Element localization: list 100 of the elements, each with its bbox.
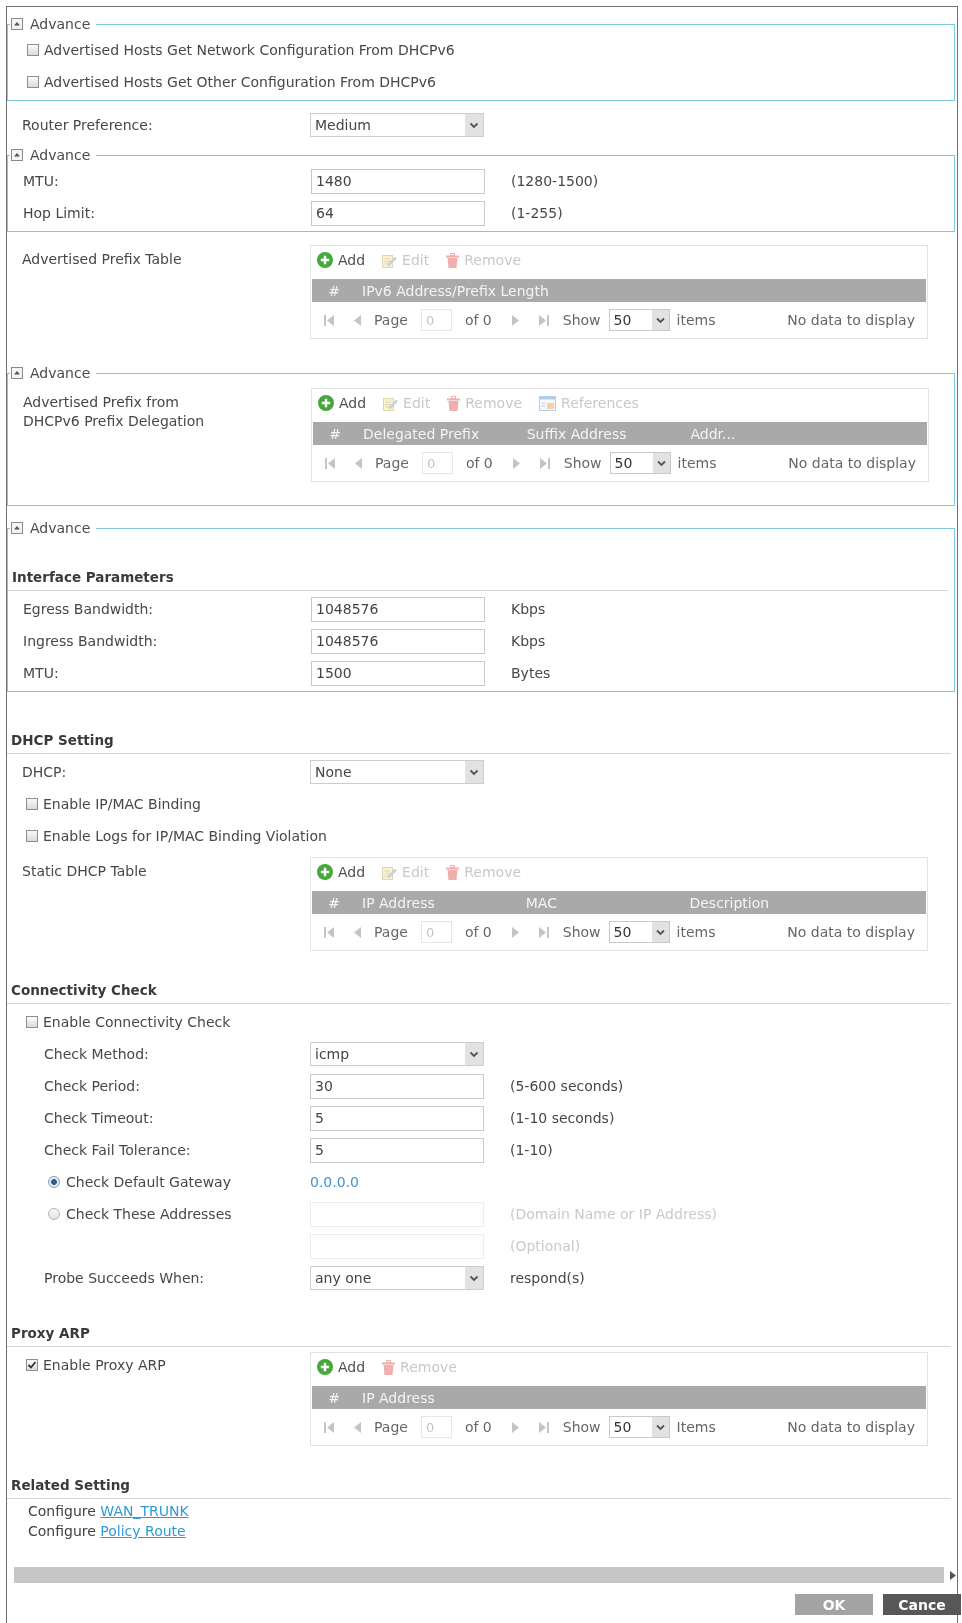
toolbar-button[interactable]: Add	[317, 864, 366, 880]
checkbox[interactable]	[26, 1016, 38, 1028]
hint-text: Kbps	[511, 601, 546, 617]
triangle-right-icon[interactable]	[950, 1570, 956, 1580]
chevron-down-icon[interactable]	[652, 453, 670, 473]
toolbar-button[interactable]: Add	[318, 395, 367, 411]
input-field[interactable]: 1048576	[311, 596, 485, 622]
caret-up-icon[interactable]	[11, 149, 23, 161]
chevron-down-icon[interactable]	[465, 114, 483, 136]
page-count: of 0	[464, 312, 492, 328]
value-text: 0.0.0.0	[310, 1174, 359, 1190]
radio-button[interactable]	[48, 1208, 60, 1220]
toolbar-button[interactable]: Add	[317, 252, 366, 268]
checkbox-label: Enable Proxy ARP	[43, 1357, 166, 1373]
checkbox[interactable]	[27, 76, 39, 88]
empty-message: No data to display	[787, 1419, 915, 1435]
note-pencil-icon	[383, 395, 399, 411]
related-link-line: Configure WAN_TRUNK	[28, 1503, 189, 1519]
checkbox[interactable]	[27, 44, 39, 56]
chevron-down-icon[interactable]	[651, 922, 669, 942]
checkbox-label: Advertised Hosts Get Other Configuration From DHCPv6	[44, 74, 436, 90]
field-label: Egress Bandwidth:	[23, 601, 154, 617]
checkbox-label: Enable IP/MAC Binding	[43, 796, 201, 812]
hint-text: (1280-1500)	[511, 173, 599, 189]
input-field[interactable]: 64	[311, 200, 485, 226]
input-field[interactable]: 5	[310, 1105, 484, 1131]
checkbox[interactable]	[26, 798, 38, 810]
dropdown-select[interactable]: icmp	[310, 1042, 484, 1066]
input-field[interactable]: 1500	[311, 660, 485, 686]
radio-button[interactable]	[48, 1176, 60, 1188]
checkbox[interactable]	[26, 1359, 38, 1371]
page-label: Page	[374, 312, 408, 328]
field-label: Check Period:	[44, 1078, 140, 1094]
chevron-down-icon[interactable]	[465, 1267, 483, 1289]
section-heading: Related Setting	[11, 1477, 130, 1493]
column-header[interactable]: #	[328, 1389, 340, 1406]
section-heading: Interface Parameters	[12, 569, 174, 585]
caret-up-icon[interactable]	[11, 18, 23, 30]
chevron-down-icon[interactable]	[651, 1417, 669, 1437]
legend-label: Advance	[30, 520, 91, 536]
hint-text: (1-10 seconds)	[510, 1110, 615, 1126]
plus-circle-icon	[317, 864, 333, 880]
chevron-down-icon[interactable]	[465, 1043, 483, 1065]
caret-up-icon[interactable]	[11, 522, 23, 534]
footer-button[interactable]: Cance	[883, 1594, 961, 1615]
link[interactable]: Policy Route	[100, 1523, 186, 1539]
hint-text: Kbps	[511, 633, 546, 649]
field-label: Router Preference:	[22, 117, 153, 133]
input-field[interactable]: 30	[310, 1073, 484, 1099]
chevron-down-icon[interactable]	[651, 310, 669, 330]
legend-label: Advance	[30, 147, 91, 163]
table-icon	[539, 395, 557, 411]
related-link-line: Configure Policy Route	[28, 1523, 186, 1539]
page-count: of 0	[464, 1419, 492, 1435]
field-label: Static DHCP Table	[22, 862, 147, 881]
hint-text: respond(s)	[510, 1270, 585, 1286]
field-label: Ingress Bandwidth:	[23, 633, 158, 649]
dropdown-select[interactable]: Medium	[310, 113, 484, 137]
column-header[interactable]: IPv6 Address/Prefix Length	[362, 282, 549, 299]
column-header[interactable]: Delegated Prefix	[363, 425, 480, 442]
column-header[interactable]: #	[329, 425, 341, 442]
caret-up-icon[interactable]	[11, 367, 23, 379]
column-header[interactable]: Suffix Address	[526, 425, 627, 442]
input-field[interactable]: 1480	[311, 168, 485, 194]
input-field[interactable]: 1048576	[311, 628, 485, 654]
checkbox[interactable]	[26, 830, 38, 842]
empty-message: No data to display	[787, 924, 915, 940]
checkbox-label: Advertised Hosts Get Network Configuration From DHCPv6	[44, 42, 455, 58]
toolbar-button[interactable]: Add	[317, 1359, 366, 1375]
horizontal-scrollbar[interactable]	[14, 1567, 956, 1583]
column-header[interactable]: IP Address	[362, 1389, 435, 1406]
hint-text: (1-10)	[510, 1142, 553, 1158]
column-header[interactable]: IP Address	[362, 894, 435, 911]
field-label: MTU:	[23, 173, 59, 189]
field-label: Hop Limit:	[23, 205, 95, 221]
column-header[interactable]: #	[328, 282, 340, 299]
checkbox-label: Enable Connectivity Check	[43, 1014, 231, 1030]
column-header[interactable]: #	[328, 894, 340, 911]
items-label: Items	[676, 1419, 716, 1435]
hint-text: Bytes	[511, 665, 551, 681]
items-label: items	[677, 455, 717, 471]
legend-label: Advance	[30, 365, 91, 381]
column-header[interactable]: Addr...	[690, 425, 736, 442]
dropdown-select[interactable]: None	[310, 760, 484, 784]
chevron-down-icon[interactable]	[465, 761, 483, 783]
link[interactable]: WAN_TRUNK	[100, 1503, 189, 1519]
show-label: Show	[562, 924, 601, 940]
section-heading: Proxy ARP	[11, 1325, 90, 1341]
radio-label: Check Default Gateway	[66, 1174, 231, 1190]
dropdown-select[interactable]: any one	[310, 1266, 484, 1290]
input-field[interactable]: 5	[310, 1137, 484, 1163]
field-label: Probe Succeeds When:	[44, 1270, 205, 1286]
page-label: Page	[375, 455, 409, 471]
plus-circle-icon	[317, 252, 333, 268]
field-label: DHCP:	[22, 764, 67, 780]
trash-icon	[447, 395, 461, 411]
trash-icon	[446, 252, 460, 268]
page-label: Page	[374, 924, 408, 940]
column-header[interactable]: Description	[689, 894, 770, 911]
column-header[interactable]: MAC	[525, 894, 557, 911]
